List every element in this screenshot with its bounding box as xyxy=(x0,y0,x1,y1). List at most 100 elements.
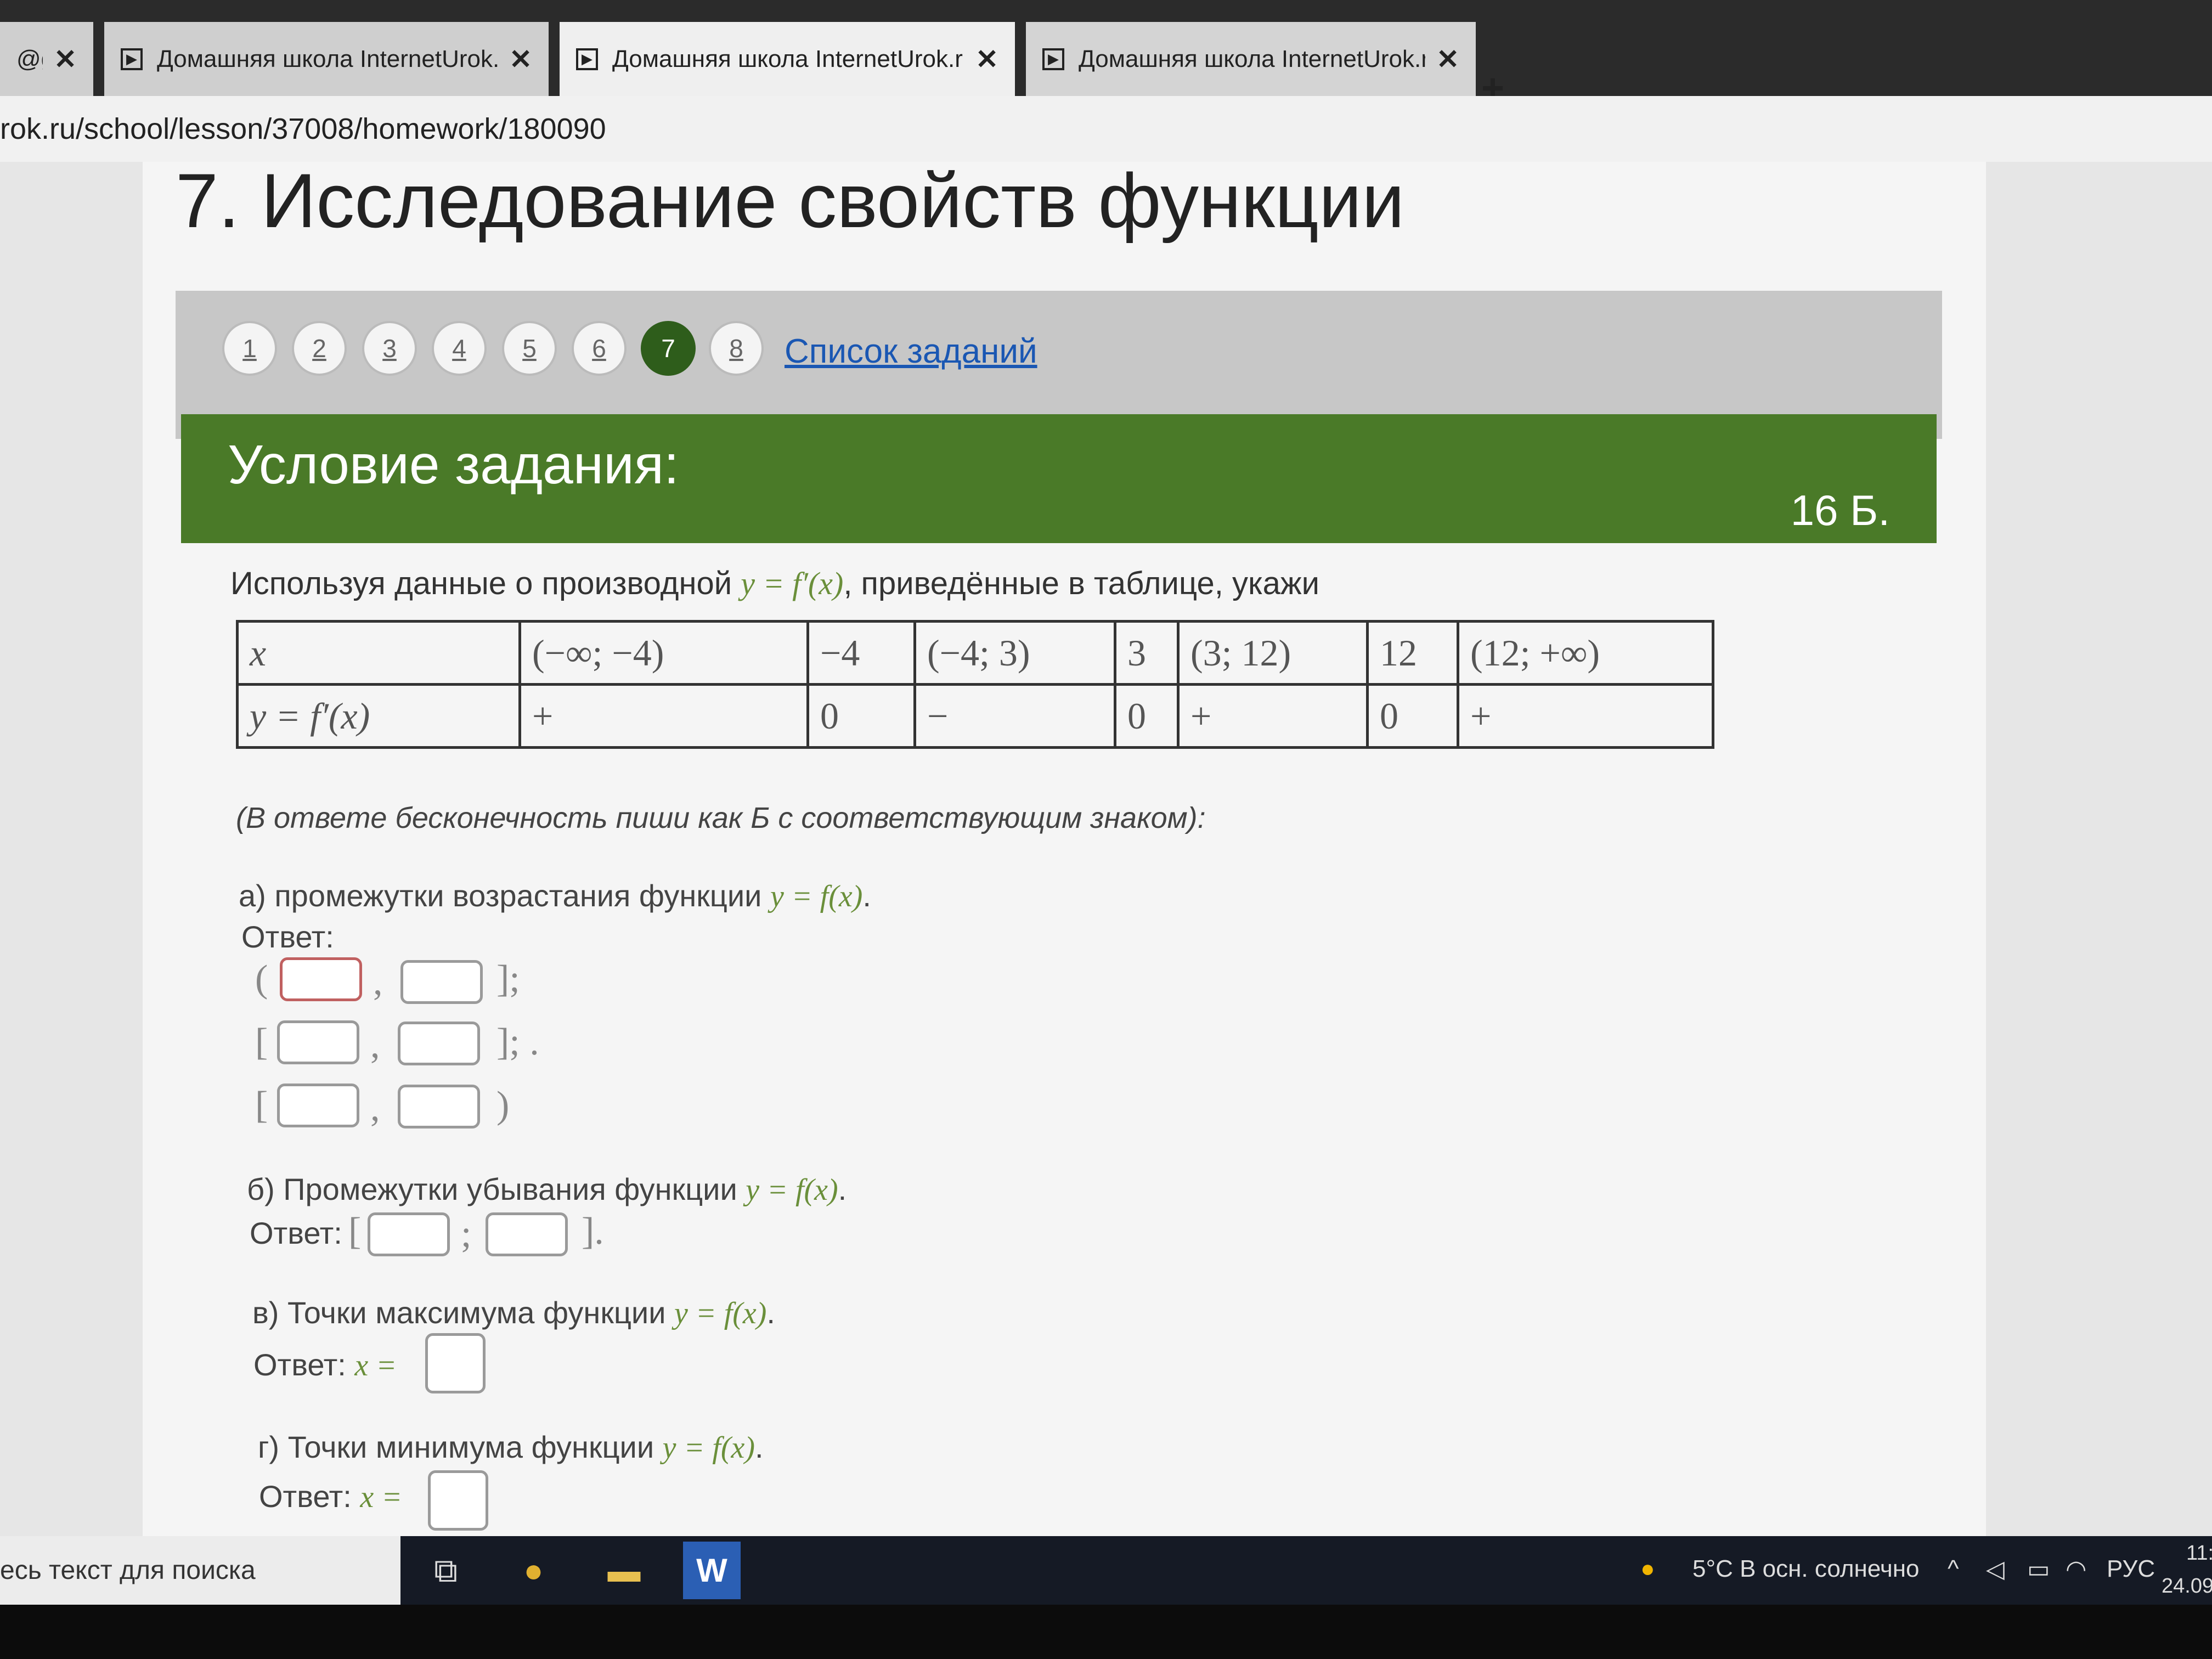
bracket-open: [ xyxy=(348,1210,362,1252)
answer-var: x = xyxy=(360,1480,403,1514)
battery-icon[interactable]: ▭ xyxy=(2027,1555,2050,1583)
answer-input[interactable] xyxy=(428,1470,488,1531)
pager-item[interactable]: 3 xyxy=(362,321,417,376)
table-cell: (−∞; −4) xyxy=(518,620,809,686)
page-title: 7. Исследование свойств функции xyxy=(176,157,1405,244)
pager-item[interactable]: 1 xyxy=(222,321,277,376)
bracket-close: ]; xyxy=(496,958,520,1000)
table-row: y = f′(x) + 0 − 0 + 0 + xyxy=(236,683,1714,749)
weather-text[interactable]: 5°C В осн. солнечно xyxy=(1692,1555,1920,1583)
pager-item[interactable]: 2 xyxy=(292,321,347,376)
clock-time[interactable]: 11: xyxy=(2186,1542,2212,1565)
answer-input[interactable] xyxy=(277,1084,359,1127)
bracket-close: ]. xyxy=(582,1210,604,1252)
question-b-formula: y = f(x) xyxy=(746,1173,838,1207)
table-cell: −4 xyxy=(806,620,916,686)
question-b-end: . xyxy=(838,1172,847,1206)
table-row: x (−∞; −4) −4 (−4; 3) 3 (3; 12) 12 (12; … xyxy=(236,620,1714,686)
instruction-note: (В ответе бесконечность пиши как Б с соо… xyxy=(236,802,1206,834)
task-text-before: Используя данные о производной xyxy=(230,566,741,601)
weather-icon[interactable]: ● xyxy=(1640,1555,1655,1583)
close-icon[interactable]: ✕ xyxy=(509,43,532,75)
answer-input[interactable] xyxy=(425,1333,486,1393)
question-v-end: . xyxy=(766,1295,775,1330)
volume-icon[interactable]: ◁ xyxy=(1986,1555,2005,1583)
table-cell: (12; +∞) xyxy=(1457,620,1714,686)
play-icon: ▶ xyxy=(1042,48,1064,70)
tab-title: Домашняя школа InternetUrok.r xyxy=(157,45,499,72)
answer-label: Ответ: xyxy=(241,919,334,954)
table-cell: x xyxy=(236,620,521,686)
table-cell: 0 xyxy=(1366,683,1459,749)
answer-label-text: Ответ: xyxy=(259,1479,352,1514)
comma: , xyxy=(370,1087,380,1129)
answer-var: x = xyxy=(354,1348,397,1383)
answer-input[interactable] xyxy=(398,1085,480,1128)
pager-item[interactable]: 8 xyxy=(709,321,764,376)
close-icon[interactable]: ✕ xyxy=(54,43,77,75)
table-cell: + xyxy=(1177,683,1369,749)
browser-tab[interactable]: @g ✕ xyxy=(0,22,93,96)
answer-input[interactable] xyxy=(277,1020,359,1064)
bracket-open: [ xyxy=(255,1021,268,1063)
answer-input[interactable] xyxy=(280,957,362,1001)
tab-title: Домашняя школа InternetUrok.r xyxy=(612,45,963,72)
pager-item[interactable]: 6 xyxy=(572,321,627,376)
task-text: Используя данные о производной y = f′(x)… xyxy=(230,565,1319,602)
task-list-link[interactable]: Список заданий xyxy=(785,332,1037,371)
question-v: в) Точки максимума функции y = f(x). xyxy=(252,1295,775,1331)
answer-label: Ответ: x = xyxy=(253,1347,397,1383)
table-cell: 3 xyxy=(1114,620,1180,686)
question-b: б) Промежутки убывания функции y = f(x). xyxy=(247,1171,847,1207)
bracket-open: [ xyxy=(255,1084,268,1126)
condition-header: Условие задания: 16 Б. xyxy=(181,414,1937,543)
tray-chevron-icon[interactable]: ^ xyxy=(1948,1555,1959,1583)
table-cell: + xyxy=(1457,683,1714,749)
question-a-formula: y = f(x) xyxy=(770,879,863,913)
browser-tab[interactable]: ▶ Домашняя школа InternetUrok.r ✕ xyxy=(1026,22,1476,96)
points-badge: 16 Б. xyxy=(1790,486,1890,534)
tab-title: Домашняя школа InternetUrok.r xyxy=(1079,45,1426,72)
condition-title: Условие задания: xyxy=(228,434,679,495)
answer-input[interactable] xyxy=(368,1212,450,1256)
close-icon[interactable]: ✕ xyxy=(1436,43,1459,75)
question-b-text: б) Промежутки убывания функции xyxy=(247,1172,746,1206)
question-v-text: в) Точки максимума функции xyxy=(252,1295,675,1330)
chrome-icon[interactable]: ● xyxy=(505,1542,562,1599)
bracket-close: ]; . xyxy=(496,1021,539,1063)
file-explorer-icon[interactable]: ▬ xyxy=(595,1542,653,1599)
comma: , xyxy=(370,1024,380,1066)
table-cell: 0 xyxy=(806,683,916,749)
table-cell: (3; 12) xyxy=(1177,620,1369,686)
taskbar-search[interactable]: есь текст для поиска xyxy=(0,1536,400,1605)
answer-input[interactable] xyxy=(486,1212,568,1256)
pager-item-active[interactable]: 7 xyxy=(641,321,696,376)
url-text: rok.ru/school/lesson/37008/homework/1800… xyxy=(0,112,606,145)
clock-date[interactable]: 24.09. xyxy=(2162,1575,2212,1598)
play-icon: ▶ xyxy=(576,48,598,70)
language-indicator[interactable]: РУС xyxy=(2107,1555,2155,1583)
close-icon[interactable]: ✕ xyxy=(975,43,998,75)
address-bar[interactable]: rok.ru/school/lesson/37008/homework/1800… xyxy=(0,96,2212,162)
answer-input[interactable] xyxy=(398,1022,480,1065)
question-a: а) промежутки возрастания функции y = f(… xyxy=(239,878,871,914)
task-text-after: , приведённые в таблице, укажи xyxy=(843,566,1320,601)
bracket-open: ( xyxy=(255,958,268,1000)
table-cell: (−4; 3) xyxy=(913,620,1116,686)
comma: , xyxy=(373,961,383,1003)
browser-tab-active[interactable]: ▶ Домашняя школа InternetUrok.r ✕ xyxy=(560,22,1015,96)
pager-item[interactable]: 5 xyxy=(502,321,557,376)
task-formula: y = f′(x) xyxy=(741,566,844,601)
pager-item[interactable]: 4 xyxy=(432,321,487,376)
separator: ; xyxy=(461,1213,472,1255)
question-g-end: . xyxy=(755,1430,764,1464)
task-view-icon[interactable]: ⧉ xyxy=(417,1542,475,1599)
monitor-bezel xyxy=(0,1605,2212,1659)
browser-tab[interactable]: ▶ Домашняя школа InternetUrok.r ✕ xyxy=(104,22,549,96)
word-icon[interactable]: W xyxy=(683,1542,741,1599)
answer-label: Ответ: xyxy=(250,1216,342,1250)
answer-label-text: Ответ: xyxy=(253,1347,346,1382)
wifi-icon[interactable]: ◠ xyxy=(2066,1555,2086,1583)
table-cell: 0 xyxy=(1114,683,1180,749)
answer-input[interactable] xyxy=(400,960,483,1004)
